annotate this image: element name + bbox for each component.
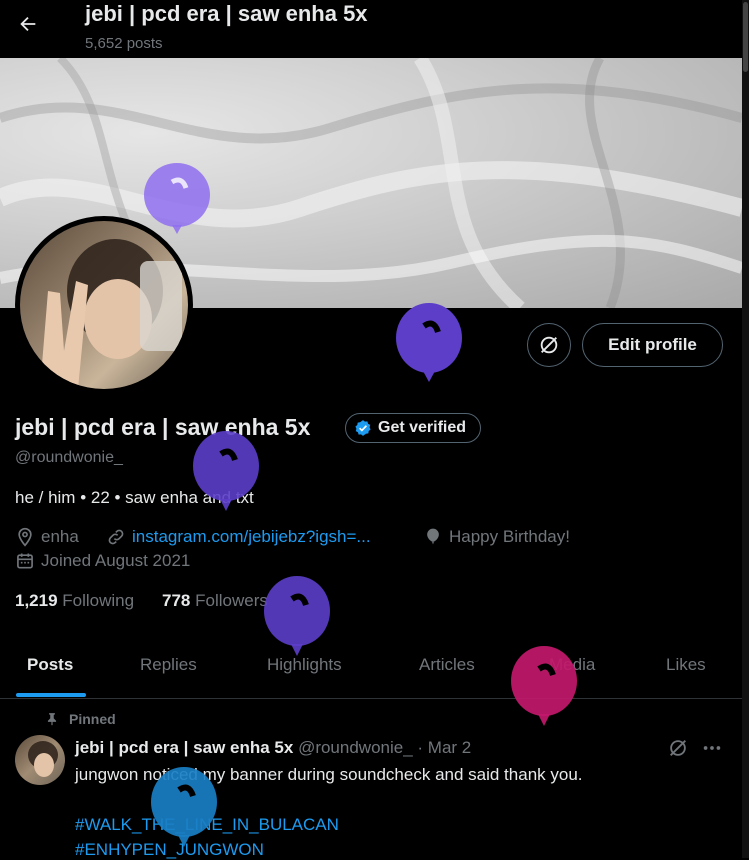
post-author-avatar[interactable] (15, 735, 65, 785)
balloon-icon (427, 528, 439, 545)
pin-icon (47, 713, 57, 726)
grok-button[interactable] (527, 323, 571, 367)
pinned-label: Pinned (69, 711, 116, 727)
profile-name: jebi | pcd era | saw enha 5x (15, 414, 311, 440)
balloon-decoration (264, 576, 330, 656)
scrollbar-thumb[interactable] (743, 2, 748, 72)
profile-joined: Joined August 2021 (15, 551, 190, 571)
post-grok-button[interactable] (667, 737, 689, 764)
post-author-name[interactable]: jebi | pcd era | saw enha 5x (75, 738, 293, 757)
calendar-icon (17, 553, 33, 569)
edit-profile-button[interactable]: Edit profile (582, 323, 723, 367)
profile-birthday: Happy Birthday! (423, 527, 570, 547)
balloon-decoration (396, 303, 462, 382)
following-link[interactable]: 1,219 Following (15, 591, 134, 611)
followers-label: Followers (195, 591, 268, 610)
pinned-indicator: Pinned (45, 711, 116, 727)
balloon-decoration (193, 431, 259, 511)
get-verified-label: Get verified (378, 419, 467, 436)
back-button[interactable] (14, 10, 42, 38)
website-link[interactable]: instagram.com/jebijebz?igsh=... (132, 527, 371, 547)
header-title: jebi | pcd era | saw enha 5x (85, 1, 368, 26)
get-verified-button[interactable]: Get verified (345, 413, 482, 443)
following-count: 1,219 (15, 591, 58, 610)
active-tab-indicator (16, 693, 86, 697)
location-text: enha (41, 527, 79, 546)
link-icon (108, 529, 124, 545)
post-more-button[interactable] (701, 737, 723, 764)
grok-icon (670, 740, 686, 756)
profile-handle: @roundwonie_ (15, 449, 123, 466)
tab-replies[interactable]: Replies (140, 655, 197, 675)
back-arrow-icon (20, 16, 36, 32)
location-icon (18, 527, 32, 547)
following-label: Following (62, 591, 135, 610)
post-author-handle[interactable]: @roundwonie_ (298, 738, 413, 757)
tab-likes[interactable]: Likes (666, 655, 706, 675)
verified-badge-icon (355, 420, 371, 436)
tab-articles[interactable]: Articles (419, 655, 475, 675)
scrollbar[interactable] (742, 0, 749, 858)
tab-posts[interactable]: Posts (27, 655, 73, 675)
more-icon (703, 746, 721, 750)
followers-link[interactable]: 778 Followers (162, 591, 268, 611)
balloon-decoration (511, 646, 577, 726)
header-post-count: 5,652 posts (85, 35, 163, 52)
followers-count: 778 (162, 591, 191, 610)
tabs-divider (0, 698, 742, 699)
joined-text: Joined August 2021 (41, 551, 191, 570)
post-header: jebi | pcd era | saw enha 5x @roundwonie… (75, 738, 471, 758)
birthday-text: Happy Birthday! (449, 527, 570, 546)
profile-location: enha (15, 527, 79, 547)
profile-website[interactable]: instagram.com/jebijebz?igsh=... (106, 527, 371, 547)
balloon-decoration (144, 163, 210, 234)
balloon-decoration (151, 767, 217, 847)
post-date[interactable]: · Mar 2 (417, 738, 471, 757)
grok-icon (540, 336, 558, 354)
